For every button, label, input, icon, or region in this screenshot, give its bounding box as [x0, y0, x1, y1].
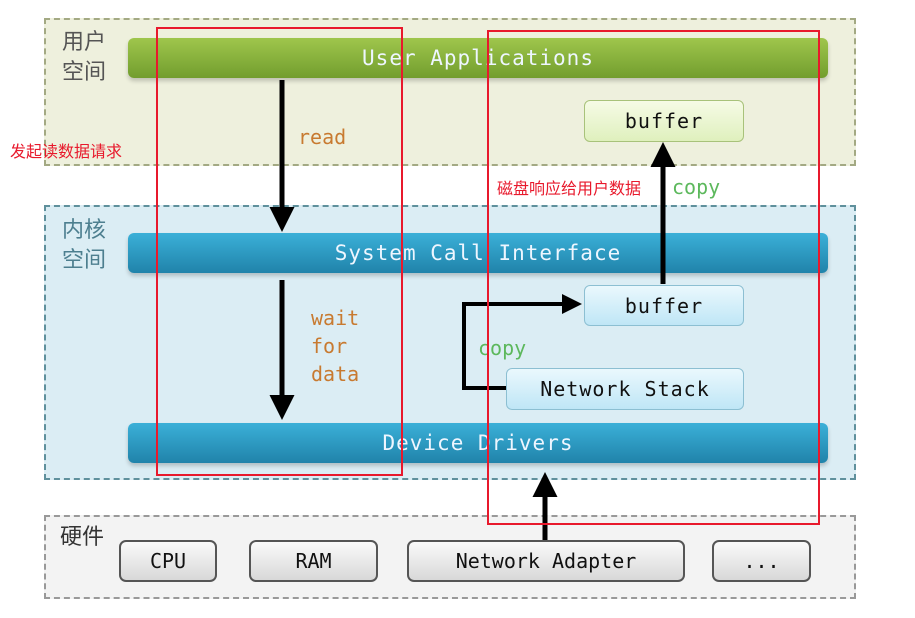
request-annotation: 发起读数据请求 — [10, 142, 123, 161]
request-highlight-box — [156, 27, 403, 476]
response-annotation: 磁盘响应给用户数据 — [497, 179, 642, 198]
response-highlight-box — [487, 30, 820, 525]
